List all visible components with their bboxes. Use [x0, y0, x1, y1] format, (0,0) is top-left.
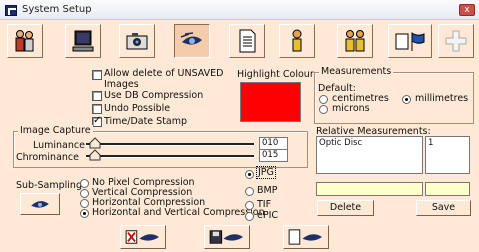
epic-label: ePIC — [257, 210, 279, 221]
bmp-radio[interactable] — [245, 187, 254, 196]
eye-icon — [31, 201, 49, 208]
toolbar-add-button[interactable] — [438, 24, 474, 58]
toolbar-two-people-button[interactable] — [337, 24, 373, 58]
eye-icon — [180, 32, 202, 45]
toolbar-people-button[interactable] — [7, 24, 43, 58]
person-icon — [292, 29, 302, 52]
camera-icon — [126, 33, 148, 50]
allow-delete-label: Allow delete of UNSAVED Images — [104, 68, 224, 90]
tif-radio[interactable] — [245, 201, 254, 210]
toolbar — [0, 21, 479, 61]
save-image-button[interactable] — [204, 225, 250, 249]
undo-checkbox[interactable] — [92, 104, 102, 114]
horizontal-vertical-compression-radio[interactable] — [80, 209, 89, 218]
toolbar-document-button[interactable] — [229, 24, 265, 58]
delete-button[interactable]: Delete — [317, 200, 374, 216]
relative-measurements-list[interactable]: Optic Disc — [316, 136, 423, 174]
close-button[interactable]: x — [459, 4, 475, 16]
luminance-slider-track[interactable] — [86, 143, 254, 146]
system-setup-window: System Setup x Allow delete of UNSAVED I… — [0, 0, 479, 252]
sub-sampling-eye-button[interactable] — [20, 193, 60, 215]
use-db-label: Use DB Compression — [104, 90, 204, 101]
timestamp-label: Time/Date Stamp — [104, 116, 188, 127]
chrominance-slider-track[interactable] — [86, 155, 254, 158]
centimetres-radio[interactable] — [319, 95, 328, 104]
highlight-colour-label: Highlight Colour — [237, 69, 314, 80]
app-icon — [5, 5, 17, 16]
luminance-slider-thumb[interactable] — [89, 137, 101, 149]
measurements-title: Measurements — [319, 66, 394, 77]
discard-image-button[interactable] — [120, 225, 166, 249]
measurement-name-input[interactable] — [316, 182, 423, 196]
measurement-value-input[interactable] — [425, 182, 470, 196]
highlight-colour-swatch[interactable] — [240, 82, 301, 122]
chrominance-slider-thumb[interactable] — [89, 149, 101, 161]
discard-eye-icon — [125, 230, 159, 244]
allow-delete-checkbox[interactable] — [92, 70, 102, 80]
new-eye-icon — [288, 229, 322, 245]
add-icon — [445, 30, 467, 52]
microns-radio[interactable] — [319, 105, 328, 114]
millimetres-radio[interactable] — [402, 95, 411, 104]
computer-icon — [72, 30, 94, 52]
new-image-button[interactable] — [283, 225, 329, 249]
list-item-value[interactable]: 1 — [428, 138, 467, 148]
bmp-label: BMP — [257, 185, 278, 196]
millimetres-label: millimetres — [415, 93, 469, 104]
no-pixel-compression-radio[interactable] — [80, 179, 89, 188]
document-icon — [239, 29, 256, 53]
toolbar-camera-button[interactable] — [119, 24, 155, 58]
chrominance-label: Chrominance — [16, 152, 79, 163]
horizontal-vertical-compression-label: Horizontal and Vertical Compression — [92, 207, 265, 218]
flag-icon — [395, 32, 425, 51]
toolbar-eye-button[interactable] — [174, 24, 210, 58]
people-icon — [15, 30, 34, 52]
relative-measurements-values[interactable]: 1 — [425, 136, 470, 174]
image-capture-title: Image Capture — [18, 125, 93, 136]
jpg-radio[interactable] — [245, 170, 254, 179]
luminance-label: Luminance — [33, 140, 85, 151]
vertical-compression-radio[interactable] — [80, 189, 89, 198]
horizontal-compression-radio[interactable] — [80, 199, 89, 208]
toolbar-computer-button[interactable] — [65, 24, 101, 58]
tif-label: TIF — [257, 199, 272, 210]
list-item-name[interactable]: Optic Disc — [319, 138, 420, 148]
chrominance-value[interactable]: 015 — [259, 149, 288, 162]
undo-label: Undo Possible — [104, 103, 171, 114]
sub-sampling-label: Sub-Sampling — [16, 180, 82, 191]
toolbar-person-button[interactable] — [279, 24, 315, 58]
title-bar: System Setup x — [0, 0, 479, 20]
toolbar-flag-button[interactable] — [388, 24, 432, 58]
timestamp-checkbox[interactable] — [92, 115, 102, 127]
epic-radio[interactable] — [245, 212, 254, 221]
save-button[interactable]: Save — [416, 200, 471, 216]
save-eye-icon — [209, 230, 243, 244]
use-db-checkbox[interactable] — [92, 91, 102, 101]
two-people-icon — [345, 30, 365, 52]
window-title: System Setup — [22, 4, 92, 15]
jpg-label: JPG — [256, 166, 276, 179]
microns-label: microns — [332, 103, 370, 114]
